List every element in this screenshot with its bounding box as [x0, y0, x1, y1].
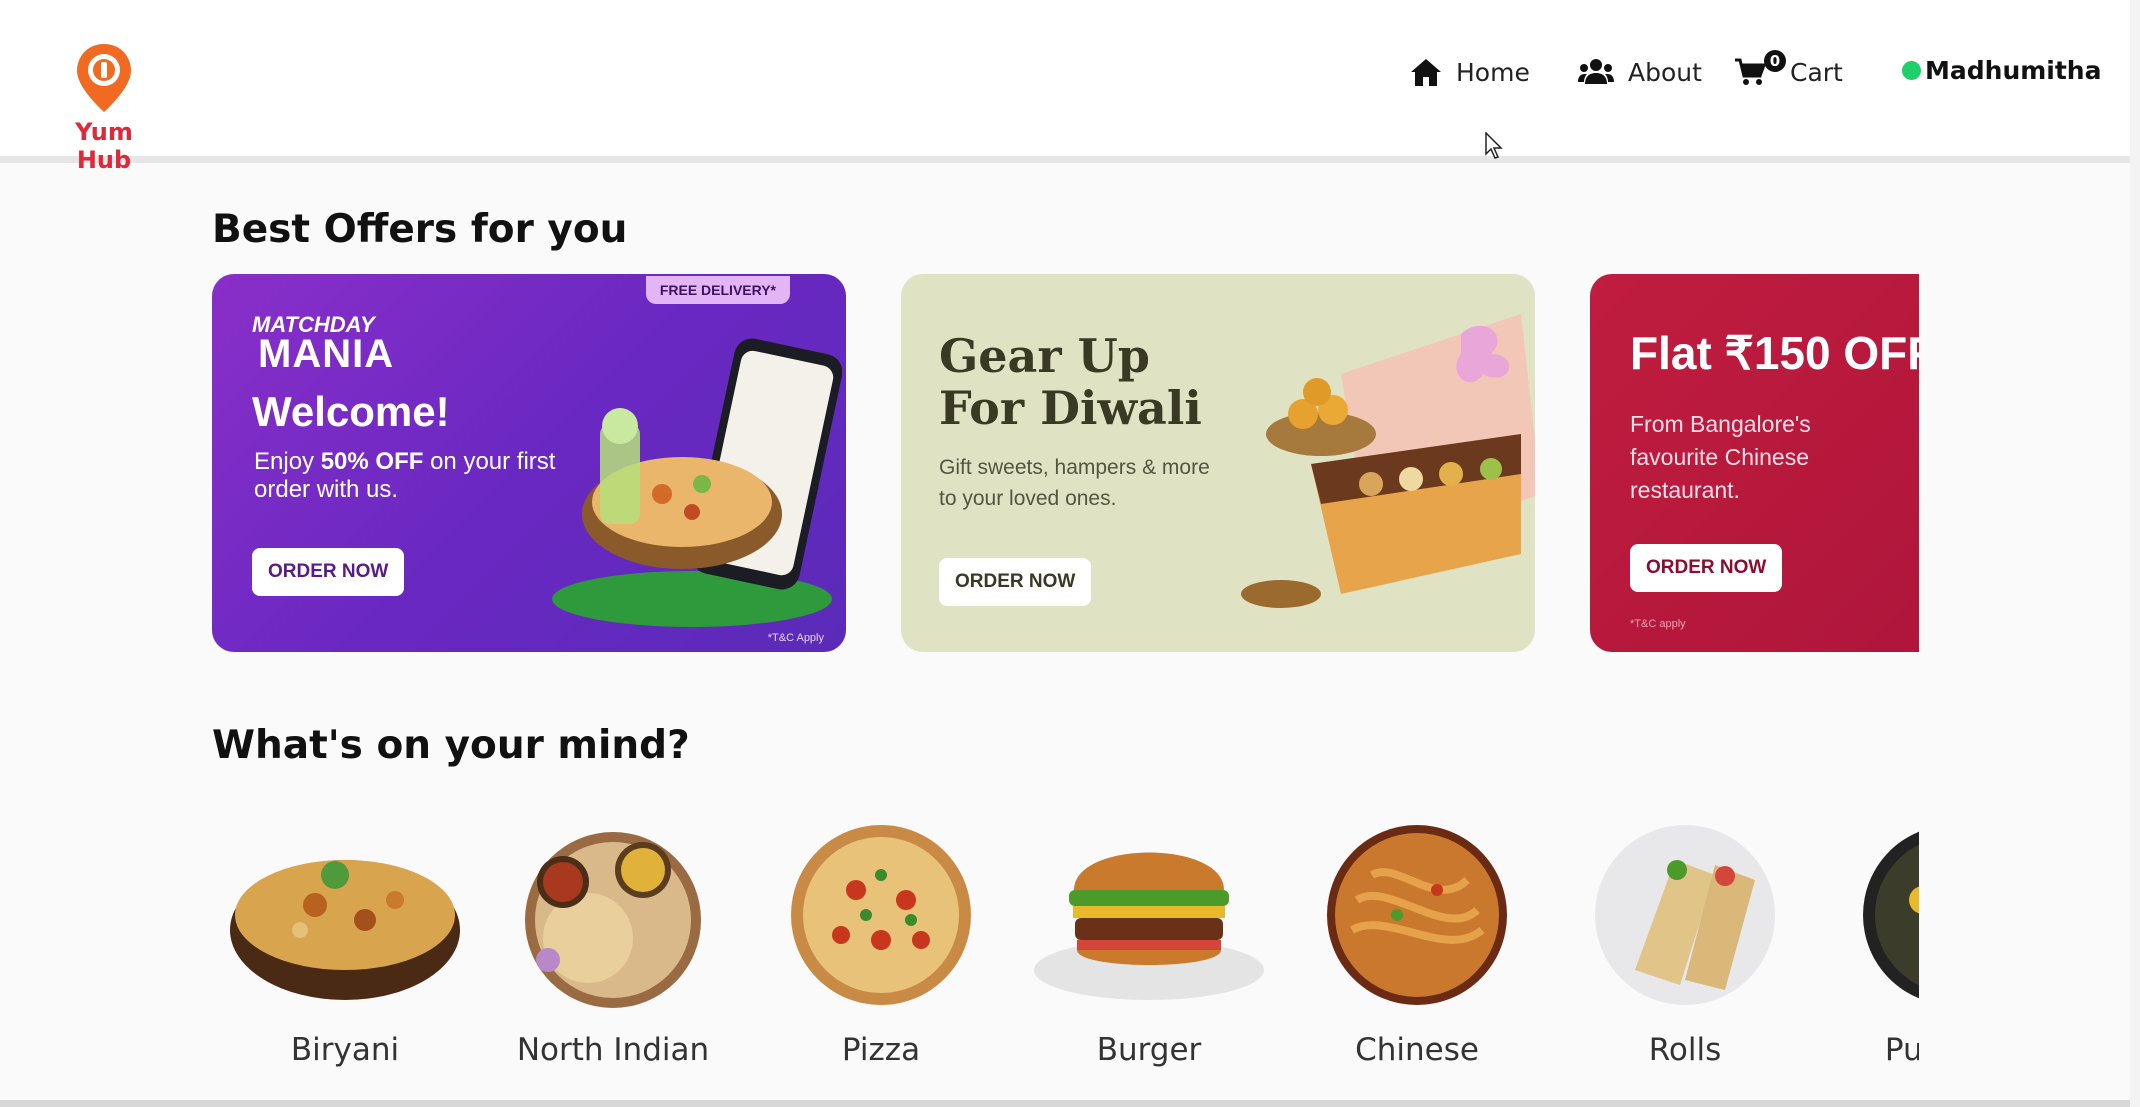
- category-label: Biryani: [290, 1032, 400, 1068]
- order-now-button[interactable]: ORDER NOW: [1630, 544, 1783, 592]
- category-label: Pure Veg: [1884, 1032, 1919, 1068]
- category-rolls[interactable]: Rolls: [1565, 820, 1805, 1068]
- order-now-button[interactable]: ORDER NOW: [252, 548, 405, 596]
- pizza-icon: [791, 825, 971, 1005]
- offers-section-title: Best Offers for you: [212, 207, 628, 252]
- terms-note: *T&C Apply: [767, 632, 824, 644]
- category-north-indian[interactable]: North Indian: [493, 820, 733, 1068]
- offer-description: Enjoy 50% OFF on your first order with u…: [254, 448, 556, 503]
- nav-home-label: Home: [1456, 57, 1530, 87]
- rolls-icon: [1595, 825, 1775, 1005]
- terms-note: *T&C apply: [1630, 618, 1686, 630]
- offers-carousel[interactable]: FREE DELIVERY* MATCHDAY MANIA Welcome! E…: [212, 274, 1919, 654]
- users-icon: [1578, 59, 1614, 84]
- offer-headline: Gear Up For Diwali: [939, 329, 1202, 435]
- category-burger[interactable]: Burger: [1029, 820, 1269, 1068]
- home-icon: [1411, 59, 1441, 86]
- vertical-scrollbar[interactable]: [2130, 0, 2140, 1107]
- category-label: North Indian: [516, 1032, 710, 1068]
- cart-icon: [1735, 58, 1766, 85]
- mouse-cursor-icon: [1485, 132, 1503, 159]
- nav-about-label: About: [1628, 57, 1702, 87]
- category-biryani[interactable]: Biryani: [225, 820, 465, 1068]
- category-chinese[interactable]: Chinese: [1297, 820, 1537, 1068]
- cart-count-badge: 0: [1764, 50, 1786, 72]
- categories-section-title: What's on your mind?: [212, 723, 690, 768]
- nav-about[interactable]: About: [1578, 52, 1702, 92]
- offer-headline: Flat ₹150 OFF: [1630, 327, 1919, 379]
- nav-home[interactable]: Home: [1410, 52, 1530, 92]
- burger-icon: [1034, 852, 1264, 1000]
- site-header: Yum Hub Home About 0 Cart Madhumitha: [0, 0, 2140, 174]
- category-label: Rolls: [1648, 1032, 1722, 1068]
- category-pizza[interactable]: Pizza: [761, 820, 1001, 1068]
- offer-card-welcome[interactable]: FREE DELIVERY* MATCHDAY MANIA Welcome! E…: [212, 274, 846, 652]
- biryani-icon: [230, 860, 460, 1000]
- chinese-bowl-illustration: [1910, 374, 1919, 574]
- category-label: Pizza: [841, 1032, 921, 1068]
- pure-veg-icon: [1863, 831, 1919, 999]
- free-delivery-badge: FREE DELIVERY*: [645, 276, 790, 304]
- category-label: Burger: [1096, 1032, 1202, 1068]
- offer-headline: Welcome!: [252, 388, 450, 435]
- order-now-button[interactable]: ORDER NOW: [939, 558, 1092, 606]
- sweets-hamper-illustration: [1241, 314, 1535, 608]
- user-profile[interactable]: Madhumitha: [1902, 56, 2101, 85]
- nav-cart-label: Cart: [1790, 57, 1843, 87]
- offer-description: Gift sweets, hampers & more to your love…: [939, 456, 1210, 510]
- brand-name: Yum Hub: [75, 118, 133, 174]
- user-name: Madhumitha: [1925, 56, 2102, 85]
- category-label: Chinese: [1355, 1032, 1479, 1068]
- categories-carousel[interactable]: Biryani North Indian Pizza Burger Chines…: [212, 820, 1919, 1080]
- offer-card-diwali[interactable]: Gear Up For Diwali Gift sweets, hampers …: [901, 274, 1535, 652]
- offer-card-flat150[interactable]: Flat ₹150 OFF From Bangalore's favourite…: [1590, 274, 1919, 652]
- online-status-dot: [1902, 61, 1921, 80]
- north-indian-thali-icon: [525, 832, 701, 1008]
- page-bottom-border: [0, 1100, 2140, 1107]
- brand-logo[interactable]: Yum Hub: [44, 42, 164, 174]
- phone-biryani-illustration: [552, 338, 842, 627]
- offer-brand-line2: MANIA: [258, 332, 395, 376]
- nav-cart[interactable]: 0 Cart: [1734, 50, 1843, 92]
- category-pure-veg[interactable]: Pure Veg: [1833, 820, 1919, 1068]
- location-pin-icon: [77, 44, 131, 112]
- offer-description: From Bangalore's favourite Chinese resta…: [1630, 411, 1811, 503]
- noodles-icon: [1327, 825, 1507, 1005]
